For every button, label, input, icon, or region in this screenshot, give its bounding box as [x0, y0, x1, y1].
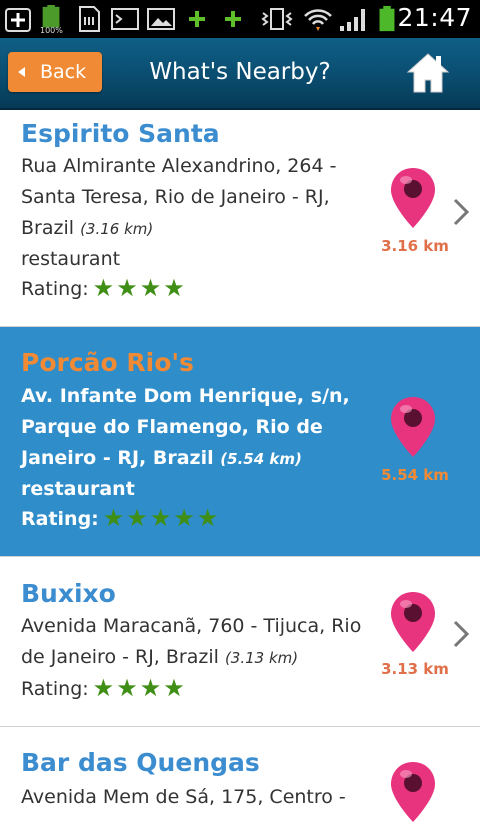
- status-bar: 100% 21:47: [0, 0, 480, 38]
- place-distance-inline: (5.54 km): [220, 450, 302, 468]
- clock: 21:47: [397, 3, 472, 32]
- place-distance: 5.54 km: [381, 466, 449, 484]
- chevron-right-icon[interactable]: [452, 197, 470, 227]
- plus-green-icon-2: [225, 11, 241, 27]
- star-icon: ★: [139, 274, 162, 302]
- map-pin-icon: [391, 168, 435, 228]
- place-rating: Rating: ★★★★: [21, 274, 187, 302]
- battery-icon: [379, 5, 395, 32]
- list-item-selected[interactable]: Porcão Rio's Av. Infante Dom Henrique, s…: [0, 327, 480, 557]
- wifi-icon: [304, 9, 332, 31]
- place-distance: 3.13 km: [381, 660, 449, 678]
- star-icon: ★: [139, 674, 162, 702]
- sd-card-icon: [79, 6, 100, 32]
- place-address: Rua Almirante Alexandrino, 264 - Santa T…: [21, 155, 337, 239]
- star-icon: ★: [173, 504, 195, 532]
- home-icon[interactable]: [406, 50, 450, 96]
- star-icon: ★: [196, 504, 219, 532]
- star-icon: ★: [92, 674, 115, 702]
- back-button[interactable]: Back: [8, 52, 102, 92]
- place-name: Porcão Rio's: [21, 348, 194, 377]
- back-arrow-icon: [18, 67, 25, 77]
- back-button-label: Back: [40, 61, 87, 83]
- list-item[interactable]: Buxixo Avenida Maracanã, 760 - Tijuca, R…: [0, 557, 480, 727]
- rating-stars: ★★★★: [92, 674, 187, 702]
- rating-stars: ★★★★: [92, 274, 187, 302]
- places-list: Espirito Santa Rua Almirante Alexandrino…: [0, 110, 480, 822]
- place-distance-inline: (3.13 km): [224, 649, 299, 667]
- star-icon: ★: [116, 674, 138, 702]
- place-rating: Rating: ★★★★★: [21, 504, 221, 532]
- list-item[interactable]: Espirito Santa Rua Almirante Alexandrino…: [0, 110, 480, 327]
- place-distance-inline: (3.16 km): [80, 220, 154, 238]
- star-icon: ★: [163, 274, 185, 302]
- place-address: Avenida Maracanã, 760 - Tijuca, Rio de J…: [21, 615, 362, 668]
- rating-label: Rating:: [21, 278, 89, 300]
- map-pin-icon: [391, 762, 435, 822]
- star-icon: ★: [92, 274, 115, 302]
- rating-stars: ★★★★★: [102, 504, 221, 532]
- star-icon: ★: [116, 274, 138, 302]
- rating-label: Rating:: [21, 678, 89, 700]
- map-pin-icon: [391, 592, 435, 652]
- map-pin-icon: [391, 397, 435, 457]
- app-header: What's Nearby? Back: [0, 38, 480, 110]
- place-type: restaurant: [21, 478, 135, 500]
- place-address: Avenida Mem de Sá, 175, Centro -: [21, 786, 346, 808]
- vibrate-icon: [261, 8, 293, 30]
- terminal-icon: [111, 8, 139, 30]
- battery-percent-label: 100%: [40, 26, 63, 35]
- star-icon: ★: [102, 504, 125, 532]
- plus-green-icon: [189, 11, 205, 27]
- place-rating: Rating: ★★★★: [21, 674, 187, 702]
- list-item[interactable]: Bar das Quengas Avenida Mem de Sá, 175, …: [0, 727, 480, 822]
- place-address: Av. Infante Dom Henrique, s/n, Parque do…: [21, 385, 350, 469]
- image-icon: [147, 8, 175, 30]
- star-icon: ★: [126, 504, 148, 532]
- star-icon: ★: [163, 674, 185, 702]
- place-name: Buxixo: [21, 579, 116, 608]
- star-icon: ★: [149, 504, 172, 532]
- plus-notification-icon: [5, 8, 31, 32]
- place-name: Bar das Quengas: [21, 748, 260, 777]
- place-type: restaurant: [21, 248, 121, 270]
- chevron-right-icon[interactable]: [452, 619, 470, 649]
- rating-label: Rating:: [21, 508, 99, 530]
- place-distance: 3.16 km: [381, 237, 449, 255]
- signal-icon: [340, 9, 365, 31]
- place-name: Espirito Santa: [21, 119, 220, 148]
